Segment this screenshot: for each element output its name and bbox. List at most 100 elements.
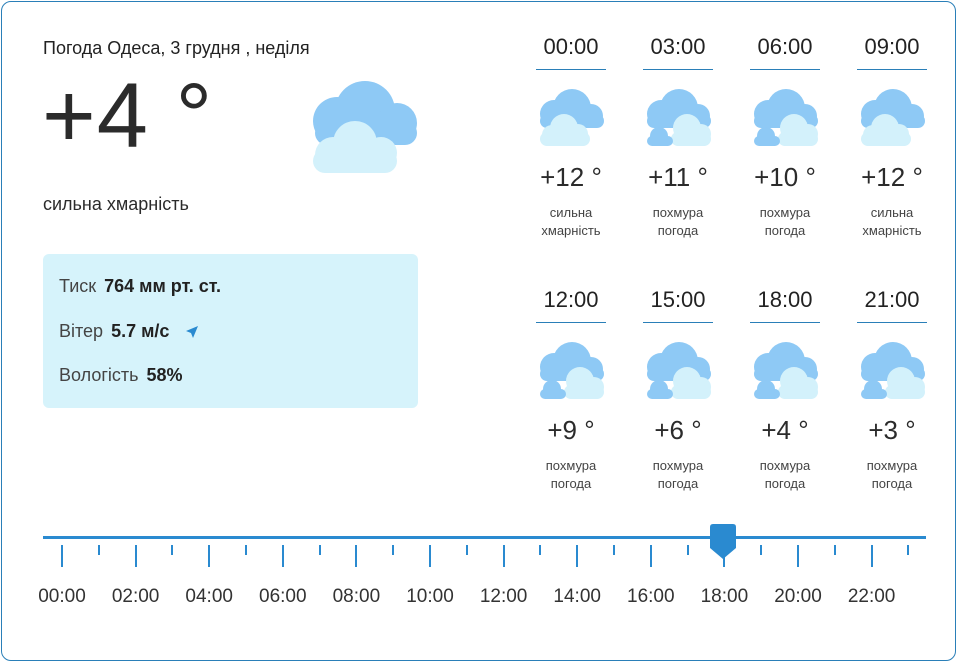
hourly-divider (536, 69, 606, 70)
time-slider-tick (576, 545, 579, 567)
time-slider-tick (502, 545, 505, 567)
time-slider-tick (245, 545, 247, 555)
hourly-divider (643, 69, 713, 70)
overcast-icon (643, 339, 713, 401)
hourly-description: похмура погода (740, 204, 830, 240)
hourly-description-line-1: похмура (652, 205, 704, 220)
time-slider-tick (61, 545, 63, 567)
time-slider-label[interactable]: 14:00 (542, 586, 612, 608)
hourly-description: похмура погода (740, 457, 830, 493)
pressure-label: Тиск (59, 276, 97, 296)
wind-row: Вітер 5.7 м/с (59, 321, 200, 342)
overcast-icon (536, 339, 606, 401)
hourly-temperature: +9 ° (547, 415, 595, 445)
hourly-item: 09:00 +12 ° сильна хмарність (847, 33, 937, 240)
hourly-item: 00:00 +12 ° сильна хмарність (526, 33, 616, 240)
time-slider-label[interactable]: 16:00 (616, 586, 686, 608)
hourly-description-line-1: похмура (759, 458, 811, 473)
hourly-description-line-2: погода (657, 223, 699, 238)
hourly-description-line-1: похмура (652, 458, 704, 473)
hourly-item: 21:00 +3 ° похмура погода (847, 286, 937, 493)
hourly-description: похмура погода (526, 457, 616, 493)
cloudy-icon (313, 81, 417, 173)
hourly-description-line-2: погода (764, 476, 806, 491)
time-slider-tick (134, 545, 137, 567)
hourly-description-line-1: похмура (545, 458, 597, 473)
weather-card: Погода Одеса, 3 грудня , неділя +4 ° сил… (1, 1, 956, 661)
hourly-time: 18:00 (757, 287, 813, 312)
hourly-time: 09:00 (864, 34, 920, 59)
time-slider-track[interactable] (43, 536, 926, 539)
time-slider-tick (760, 545, 763, 555)
time-slider-tick (208, 545, 211, 567)
hourly-divider (750, 69, 820, 70)
hourly-temperature: +3 ° (868, 415, 916, 445)
humidity-row: Вологість 58% (59, 365, 183, 386)
hourly-temperature: +6 ° (654, 415, 702, 445)
time-slider-handle[interactable] (710, 524, 736, 560)
hourly-description-line-1: похмура (866, 458, 918, 473)
hourly-temperature: +11 ° (648, 162, 708, 192)
hourly-temperature: +4 ° (761, 415, 809, 445)
time-slider-label[interactable]: 12:00 (469, 586, 539, 608)
time-slider-label[interactable]: 18:00 (689, 586, 759, 608)
time-slider-label[interactable]: 08:00 (321, 586, 391, 608)
humidity-label: Вологість (59, 365, 139, 385)
overcast-icon (857, 339, 927, 401)
time-slider-tick (392, 545, 395, 555)
hourly-description: похмура погода (633, 204, 723, 240)
time-slider-label[interactable]: 22:00 (837, 586, 907, 608)
hourly-temperature: +12 ° (861, 162, 923, 192)
time-slider-tick (797, 545, 799, 567)
hourly-temperature: +12 ° (540, 162, 602, 192)
time-slider-tick (870, 545, 873, 567)
overcast-icon (643, 86, 713, 148)
time-slider-label[interactable]: 00:00 (27, 586, 97, 608)
time-slider-tick (907, 545, 910, 555)
pressure-value: 764 мм рт. ст. (104, 276, 222, 296)
hourly-time: 12:00 (543, 287, 599, 312)
time-slider-tick (355, 545, 358, 567)
time-slider-tick (318, 545, 321, 555)
time-slider-tick (833, 545, 836, 555)
hourly-description-line-1: сильна (870, 205, 914, 220)
current-description: сильна хмарність (43, 194, 189, 214)
time-slider-label[interactable]: 10:00 (395, 586, 465, 608)
overcast-icon (750, 86, 820, 148)
wind-value: 5.7 м/с (111, 321, 170, 341)
time-slider-label[interactable]: 06:00 (248, 586, 318, 608)
time-slider-tick (649, 545, 652, 567)
details-panel: Тиск 764 мм рт. ст. Вітер 5.7 м/с Вологіст… (43, 254, 418, 408)
time-slider-tick (171, 545, 174, 555)
hourly-time: 06:00 (757, 34, 813, 59)
hourly-time: 21:00 (864, 287, 920, 312)
time-slider-label[interactable]: 02:00 (101, 586, 171, 608)
hourly-temperature: +10 ° (754, 162, 816, 192)
time-slider-tick (465, 545, 468, 555)
hourly-item: 12:00 +9 ° похмура погода (526, 286, 616, 493)
hourly-divider (857, 322, 927, 323)
time-slider-label[interactable]: 20:00 (763, 586, 833, 608)
hourly-description: сильна хмарність (847, 204, 937, 240)
hourly-item: 18:00 +4 ° похмура погода (740, 286, 830, 493)
hourly-divider (536, 322, 606, 323)
cloudy-icon (536, 86, 606, 148)
pressure-row: Тиск 764 мм рт. ст. (59, 276, 221, 297)
hourly-description: похмура погода (847, 457, 937, 493)
time-slider-tick (429, 545, 431, 567)
time-slider-tick (281, 545, 284, 567)
hourly-description-line-2: хмарність (541, 223, 601, 238)
hourly-description-line-1: сильна (549, 205, 593, 220)
current-temperature: +4 ° (42, 65, 214, 167)
hourly-description-line-2: хмарність (862, 223, 922, 238)
hourly-item: 03:00 +11 ° похмура погода (633, 33, 723, 240)
time-slider-tick (613, 545, 615, 555)
time-slider-label[interactable]: 04:00 (174, 586, 244, 608)
page-title: Погода Одеса, 3 грудня , неділя (43, 38, 310, 58)
hourly-description-line-2: погода (764, 223, 806, 238)
hourly-divider (643, 322, 713, 323)
overcast-icon (750, 339, 820, 401)
wind-direction-icon (186, 326, 199, 339)
wind-label: Вітер (59, 321, 104, 341)
hourly-description: похмура погода (633, 457, 723, 493)
